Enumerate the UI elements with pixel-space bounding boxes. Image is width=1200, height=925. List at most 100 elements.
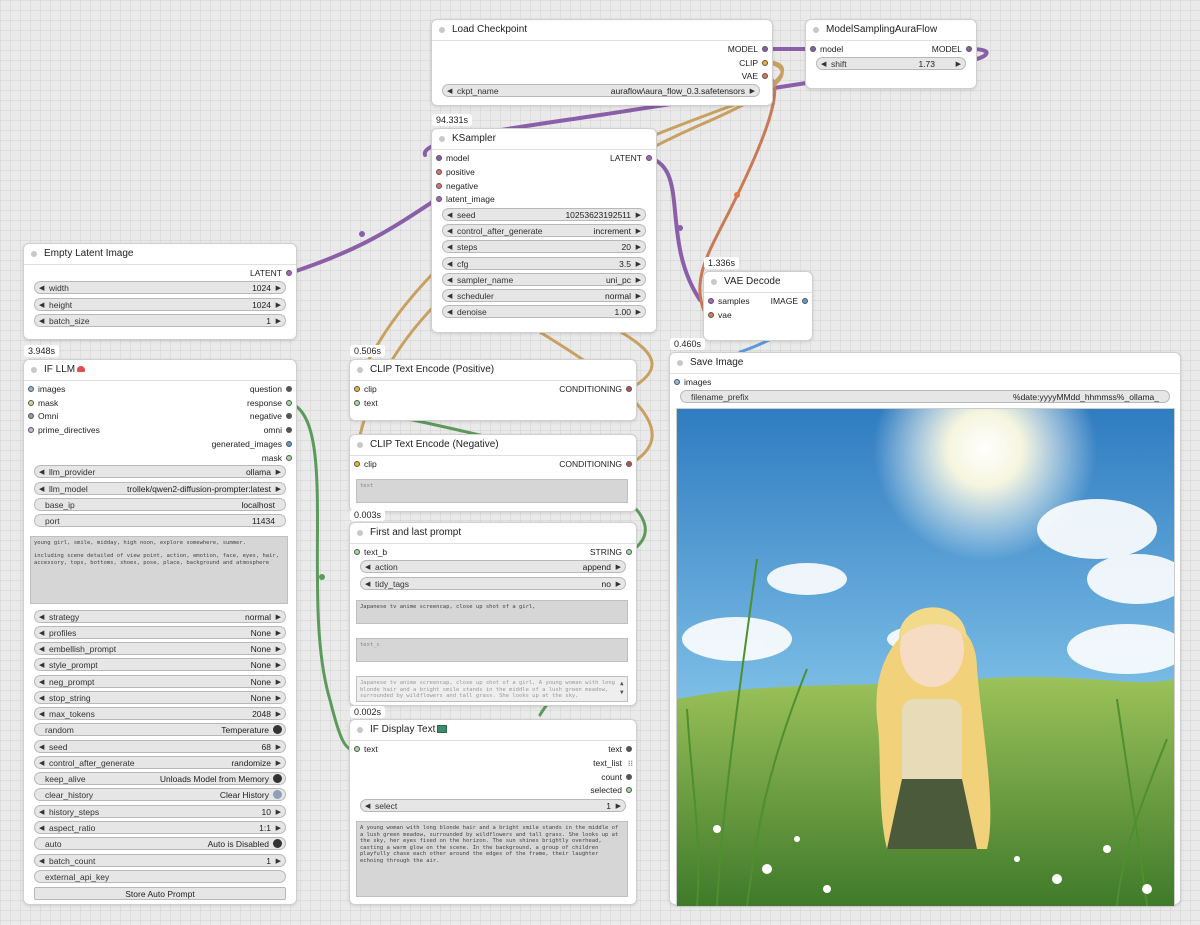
collapse-dot-icon[interactable]: [357, 367, 363, 373]
toggle-icon[interactable]: [273, 839, 282, 848]
clip-positive-node[interactable]: CLIP Text Encode (Positive) clip text CO…: [349, 359, 637, 421]
input-model[interactable]: model: [432, 152, 469, 165]
output-response[interactable]: response: [247, 397, 296, 410]
conditioning-pin-icon[interactable]: [436, 183, 442, 189]
arrow-right-icon[interactable]: ▶: [636, 225, 641, 238]
max-tokens-widget[interactable]: ◀ max_tokens 2048 ▶: [34, 707, 286, 720]
keep-alive-toggle[interactable]: keep_alive Unloads Model from Memory: [34, 772, 286, 785]
arrow-right-icon[interactable]: ▶: [616, 578, 621, 591]
output-count[interactable]: count: [601, 771, 636, 784]
scroll-up-icon[interactable]: ▲: [620, 680, 624, 687]
tidy-tags-widget[interactable]: ◀ tidy_tags no ▶: [360, 577, 626, 590]
text-c-input[interactable]: text_c: [356, 638, 628, 662]
arrow-right-icon[interactable]: ▶: [276, 757, 281, 770]
arrow-left-icon[interactable]: ◀: [447, 290, 452, 303]
arrow-right-icon[interactable]: ▶: [276, 676, 281, 689]
omni-pin-icon[interactable]: [286, 427, 292, 433]
arrow-right-icon[interactable]: ▶: [616, 800, 621, 813]
if-llm-node[interactable]: IF LLM images mask Omni prime_directives…: [23, 359, 297, 905]
string-pin-icon[interactable]: [286, 386, 292, 392]
arrow-left-icon[interactable]: ◀: [39, 692, 44, 705]
toggle-icon[interactable]: [273, 725, 282, 734]
denoise-widget[interactable]: ◀ denoise 1.00 ▶: [442, 305, 646, 318]
node-title[interactable]: KSampler: [432, 129, 656, 150]
ckpt-name-combo[interactable]: ◀ ckpt_name auraflow\aura_flow_0.3.safet…: [442, 84, 760, 97]
input-images[interactable]: images: [24, 383, 65, 396]
arrow-right-icon[interactable]: ▶: [636, 241, 641, 254]
select-widget[interactable]: ◀ select 1 ▶: [360, 799, 626, 812]
arrow-right-icon[interactable]: ▶: [616, 561, 621, 574]
text-a-input[interactable]: Japanese tv anime screencap, close up sh…: [356, 600, 628, 624]
int-pin-icon[interactable]: [626, 774, 632, 780]
node-title[interactable]: Load Checkpoint: [432, 20, 772, 41]
width-widget[interactable]: ◀ width 1024 ▶: [34, 281, 286, 294]
list-pin-icon[interactable]: ⁝⁝: [628, 757, 633, 770]
image-pin-icon[interactable]: [286, 441, 292, 447]
arrow-right-icon[interactable]: ▶: [636, 274, 641, 287]
generated-image-preview[interactable]: [676, 408, 1175, 907]
arrow-right-icon[interactable]: ▶: [276, 806, 281, 819]
prompt-textarea[interactable]: young girl, smile, midday, high noon, ex…: [30, 536, 288, 604]
input-text[interactable]: text: [350, 743, 378, 756]
conditioning-pin-icon[interactable]: [626, 386, 632, 392]
model-pin-icon[interactable]: [810, 46, 816, 52]
seed-widget[interactable]: ◀ seed 10253623192511 ▶: [442, 208, 646, 221]
aspect-ratio-widget[interactable]: ◀ aspect_ratio 1:1 ▶: [34, 821, 286, 834]
input-prime-directives[interactable]: prime_directives: [24, 424, 100, 437]
model-pin-icon[interactable]: [436, 155, 442, 161]
external-api-key-field[interactable]: external_api_key: [34, 870, 286, 883]
latent-pin-icon[interactable]: [708, 298, 714, 304]
arrow-right-icon[interactable]: ▶: [276, 466, 281, 479]
port-field[interactable]: port 11434: [34, 514, 286, 527]
mask-pin-icon[interactable]: [28, 400, 34, 406]
node-title[interactable]: IF Display Text: [350, 720, 636, 741]
output-image[interactable]: IMAGE: [771, 295, 812, 308]
arrow-left-icon[interactable]: ◀: [39, 299, 44, 312]
mask-pin-icon[interactable]: [286, 455, 292, 461]
collapse-dot-icon[interactable]: [357, 442, 363, 448]
collapse-dot-icon[interactable]: [439, 27, 445, 33]
arrow-left-icon[interactable]: ◀: [39, 822, 44, 835]
output-preview-textarea[interactable]: Japanese tv anime screencap, close up sh…: [356, 676, 628, 702]
batch-count-widget[interactable]: ◀ batch_count 1 ▶: [34, 854, 286, 867]
node-title[interactable]: IF LLM: [24, 360, 296, 381]
clip-pin-icon[interactable]: [354, 386, 360, 392]
arrow-right-icon[interactable]: ▶: [276, 611, 281, 624]
arrow-left-icon[interactable]: ◀: [39, 757, 44, 770]
output-selected[interactable]: selected: [590, 784, 636, 797]
node-title[interactable]: Empty Latent Image: [24, 244, 296, 265]
llm-model-widget[interactable]: ◀ llm_model trollek/qwen2-diffusion-prompt…: [34, 482, 286, 495]
arrow-right-icon[interactable]: ▶: [636, 258, 641, 271]
arrow-left-icon[interactable]: ◀: [447, 274, 452, 287]
arrow-left-icon[interactable]: ◀: [39, 708, 44, 721]
control-after-generate-widget[interactable]: ◀ control_after_generate randomize ▶: [34, 756, 286, 769]
arrow-left-icon[interactable]: ◀: [39, 466, 44, 479]
arrow-left-icon[interactable]: ◀: [447, 225, 452, 238]
arrow-right-icon[interactable]: ▶: [636, 306, 641, 319]
collapse-dot-icon[interactable]: [357, 530, 363, 536]
collapse-dot-icon[interactable]: [677, 360, 683, 366]
profiles-widget[interactable]: ◀ profiles None ▶: [34, 626, 286, 639]
arrow-right-icon[interactable]: ▶: [750, 85, 755, 98]
llm-provider-widget[interactable]: ◀ llm_provider ollama ▶: [34, 465, 286, 478]
collapse-dot-icon[interactable]: [31, 251, 37, 257]
input-text[interactable]: text: [350, 397, 378, 410]
node-title[interactable]: Save Image: [670, 353, 1180, 374]
sampler-name-widget[interactable]: ◀ sampler_name uni_pc ▶: [442, 273, 646, 286]
batch-size-widget[interactable]: ◀ batch_size 1 ▶: [34, 314, 286, 327]
output-mask[interactable]: mask: [262, 452, 296, 465]
clear-history-toggle[interactable]: clear_history Clear History: [34, 788, 286, 801]
model-pin-icon[interactable]: [762, 46, 768, 52]
clip-pin-icon[interactable]: [762, 60, 768, 66]
input-clip[interactable]: clip: [350, 458, 377, 471]
arrow-left-icon[interactable]: ◀: [365, 578, 370, 591]
input-negative[interactable]: negative: [432, 180, 478, 193]
arrow-left-icon[interactable]: ◀: [39, 741, 44, 754]
output-text[interactable]: text: [608, 743, 636, 756]
output-clip[interactable]: CLIP: [739, 57, 772, 70]
arrow-left-icon[interactable]: ◀: [39, 483, 44, 496]
height-widget[interactable]: ◀ height 1024 ▶: [34, 298, 286, 311]
arrow-right-icon[interactable]: ▶: [276, 483, 281, 496]
image-pin-icon[interactable]: [28, 386, 34, 392]
scrollbar[interactable]: ▲ ▼: [620, 679, 626, 701]
